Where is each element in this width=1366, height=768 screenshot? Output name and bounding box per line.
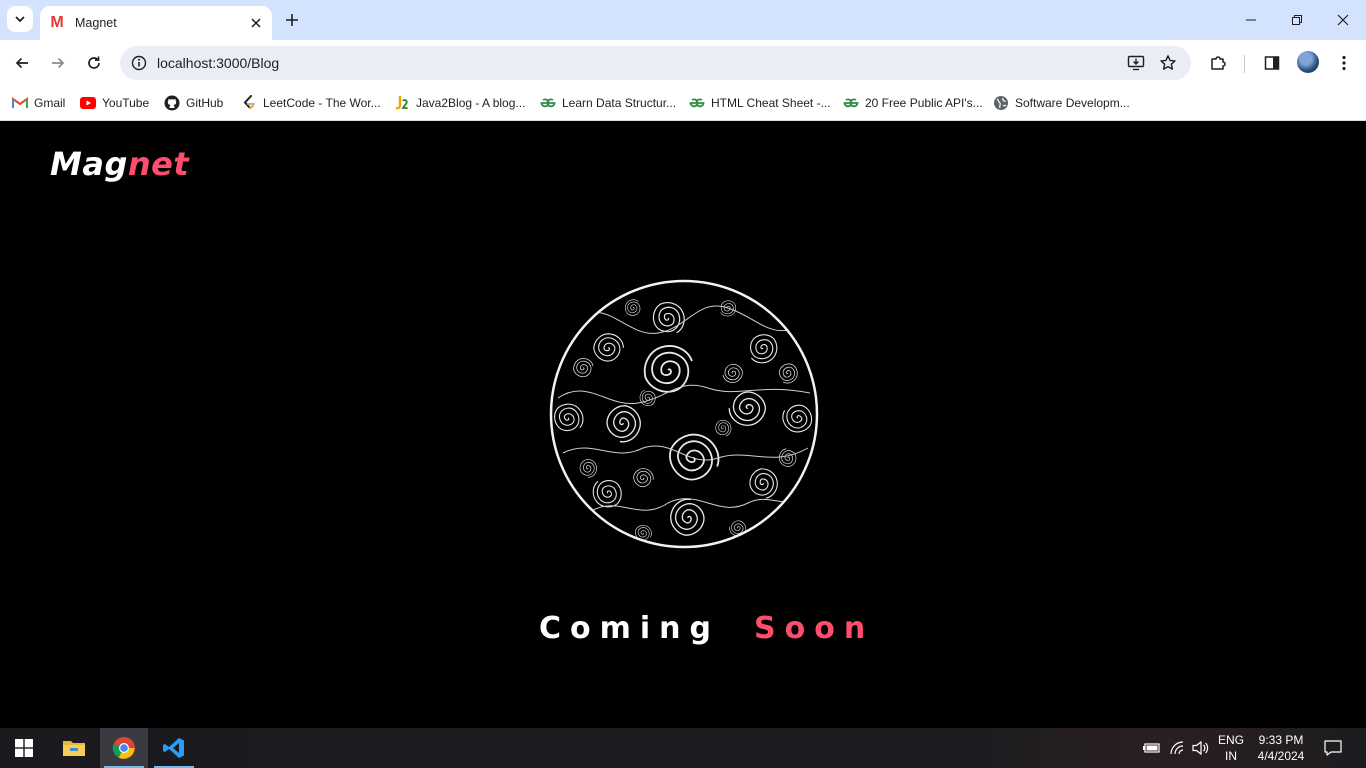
bookmark-label: Gmail	[34, 96, 66, 110]
minimize-icon	[1246, 19, 1256, 21]
language-indicator[interactable]: ENG IN	[1214, 732, 1248, 764]
bookmark-gfg-html-cheatsheet[interactable]: HTML Cheat Sheet -...	[689, 92, 831, 114]
bookmark-github[interactable]: GitHub	[164, 92, 223, 114]
browser-tab[interactable]: M Magnet	[40, 6, 272, 40]
puzzle-icon	[1211, 56, 1226, 70]
taskbar-vscode[interactable]	[150, 728, 198, 768]
reload-button[interactable]	[80, 49, 108, 77]
geeksforgeeks-icon	[540, 95, 556, 111]
url-text[interactable]: localhost:3000/Blog	[157, 55, 279, 71]
geeksforgeeks-icon	[689, 95, 705, 111]
bookmark-star-button[interactable]	[1156, 51, 1180, 75]
extensions-button[interactable]	[1204, 49, 1232, 77]
clock[interactable]: 9:33 PM 4/4/2024	[1250, 732, 1312, 764]
plus-icon	[286, 14, 298, 26]
bookmark-label: Learn Data Structur...	[562, 96, 677, 110]
arrow-left-icon	[15, 57, 28, 69]
install-app-icon	[1127, 55, 1145, 71]
new-tab-button[interactable]	[280, 8, 304, 32]
install-app-button[interactable]	[1124, 51, 1148, 75]
leetcode-icon	[241, 95, 257, 111]
geeksforgeeks-icon	[843, 95, 859, 111]
swirl-sphere-graphic	[549, 279, 819, 549]
tab-close-button[interactable]	[246, 13, 266, 33]
bookmark-gmail[interactable]: Gmail	[12, 92, 65, 114]
bookmark-label: Java2Blog - A blog...	[416, 96, 526, 110]
vscode-icon	[163, 738, 184, 758]
bookmark-software-development[interactable]: Software Developm...	[993, 92, 1130, 114]
tab-strip: M Magnet	[0, 0, 1366, 40]
star-icon	[1160, 55, 1176, 70]
bookmark-label: Software Developm...	[1015, 96, 1130, 110]
battery-icon[interactable]	[1142, 738, 1162, 758]
volume-icon[interactable]	[1191, 738, 1211, 758]
bookmarks-bar: Gmail YouTube GitHub LeetCode - The Wor.…	[0, 86, 1366, 121]
magnet-favicon-icon: M	[50, 14, 64, 31]
java2blog-icon	[394, 95, 410, 111]
taskbar-chrome[interactable]	[100, 728, 148, 768]
taskbar-file-explorer[interactable]	[50, 728, 98, 768]
bookmark-java2blog[interactable]: Java2Blog - A blog...	[394, 92, 525, 114]
close-icon	[251, 18, 261, 28]
notifications-icon[interactable]	[1323, 738, 1343, 758]
side-panel-icon	[1264, 56, 1280, 70]
forward-button[interactable]	[44, 49, 72, 77]
coming-soon-heading: Coming Soon	[539, 611, 874, 646]
page-content: Magnet Coming Soon	[0, 121, 1366, 728]
bookmark-leetcode[interactable]: LeetCode - The Wor...	[241, 92, 381, 114]
minimize-button[interactable]	[1228, 0, 1274, 40]
clock-date: 4/4/2024	[1257, 749, 1305, 763]
tab-title: Magnet	[75, 16, 117, 30]
site-info-icon[interactable]	[128, 52, 150, 74]
browser-toolbar: localhost:3000/Blog	[0, 40, 1366, 86]
close-icon	[1337, 14, 1349, 26]
restore-icon	[1292, 15, 1302, 25]
profile-avatar[interactable]	[1297, 51, 1319, 73]
chrome-icon	[112, 737, 135, 759]
globe-icon	[993, 95, 1009, 111]
tab-search-button[interactable]	[7, 6, 33, 32]
soon-text: Soon	[754, 611, 875, 646]
wifi-icon[interactable]	[1168, 738, 1188, 758]
windows-logo-icon	[15, 739, 33, 757]
side-panel-button[interactable]	[1258, 49, 1286, 77]
back-button[interactable]	[8, 49, 36, 77]
bookmark-label: 20 Free Public API's...	[865, 96, 983, 110]
clock-time: 9:33 PM	[1258, 733, 1304, 747]
language-code: ENG	[1217, 733, 1244, 747]
toolbar-separator	[1244, 55, 1245, 73]
restore-button[interactable]	[1274, 0, 1320, 40]
gmail-icon	[12, 95, 28, 111]
youtube-icon	[80, 95, 96, 111]
region-code: IN	[1225, 749, 1237, 763]
reload-icon	[88, 56, 100, 69]
address-bar[interactable]: localhost:3000/Blog	[120, 46, 1191, 80]
close-window-button[interactable]	[1320, 0, 1366, 40]
bookmark-gfg-data-structures[interactable]: Learn Data Structur...	[540, 92, 676, 114]
github-icon	[164, 95, 180, 111]
arrow-right-icon	[52, 57, 65, 69]
kebab-menu-icon	[1342, 55, 1346, 71]
bookmark-label: GitHub	[186, 96, 224, 110]
bookmark-gfg-free-apis[interactable]: 20 Free Public API's...	[843, 92, 983, 114]
brand-logo-part2: net	[127, 145, 190, 183]
folder-icon	[63, 741, 85, 756]
bookmark-label: YouTube	[102, 96, 150, 110]
menu-button[interactable]	[1330, 49, 1358, 77]
start-button[interactable]	[0, 728, 48, 768]
bookmark-youtube[interactable]: YouTube	[80, 92, 149, 114]
coming-text: Coming	[539, 611, 721, 646]
bookmark-label: LeetCode - The Wor...	[263, 96, 381, 110]
brand-logo-part1: Mag	[50, 145, 128, 183]
chevron-down-icon	[15, 16, 25, 23]
brand-logo[interactable]: Magnet	[50, 145, 189, 183]
bookmark-label: HTML Cheat Sheet -...	[711, 96, 831, 110]
windows-taskbar: ENG IN 9:33 PM 4/4/2024	[0, 728, 1366, 768]
